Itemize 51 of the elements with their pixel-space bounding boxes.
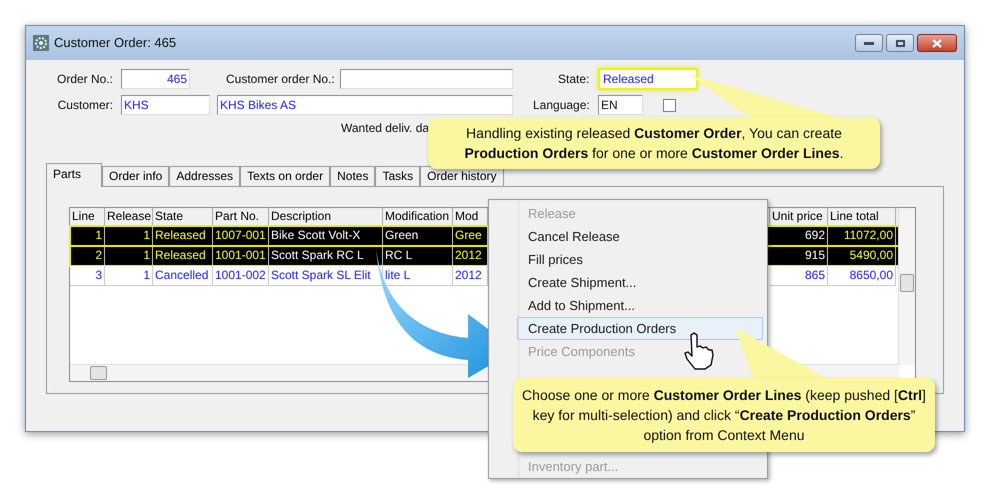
context-menu-item[interactable]: Add to Shipment... [517,294,763,317]
tab[interactable]: Texts on order [240,166,330,186]
table-cell: Released [153,226,213,246]
table-cell: 1001-001 [213,246,269,266]
maximize-button[interactable] [886,34,914,52]
tab[interactable]: Parts [46,163,102,187]
context-menu-item[interactable]: Cancel Release [517,225,763,248]
field-label: Customer: [56,97,114,114]
tab[interactable]: Order info [102,166,170,186]
table-cell: lite L [383,266,453,286]
close-icon [932,38,942,48]
callout-text: Handling existing released Customer Order, You can create Production Orders for one or more Customer Order Lines. [464,124,844,163]
table-cell: 2012 [453,246,488,266]
table-cell: 3 [70,266,105,286]
table-cell: Bike Scott Volt-X [269,226,383,246]
order-number-field[interactable]: 465 [121,69,190,89]
table-cell: RC L [383,246,453,266]
context-menu-item[interactable]: Create Production Orders [517,317,763,340]
table-cell: Gree [453,226,488,246]
checkbox[interactable] [663,98,676,112]
minimize-button[interactable] [855,34,883,52]
table-cell: Green [383,226,453,246]
window-title: Customer Order: 465 [54,34,176,52]
table-cell: Released [153,246,213,266]
tab[interactable]: Tasks [375,166,420,186]
customer-code-field[interactable]: KHS [121,95,210,115]
field-label: Customer order No.: [226,71,336,88]
table-cell: 1 [105,266,153,286]
field-label: Order No.: [56,71,114,88]
table-cell: Scott Spark RC L [269,246,383,266]
field-label: State: [558,71,590,88]
table-cell: 1001-002 [213,266,269,286]
table-cell: 2012 [453,266,488,286]
gear-icon [33,35,49,51]
field-label: Language: [533,97,591,114]
customer-name-field[interactable]: KHS Bikes AS [217,95,513,115]
close-button[interactable] [917,34,957,52]
table-cell: 8650,00 [828,266,896,286]
customer-order-number-field[interactable] [340,69,513,89]
table-cell: Scott Spark SL Elit [269,266,383,286]
hand-cursor-icon [683,331,715,371]
state-field[interactable]: Released [598,68,698,90]
table-cell: Cancelled [153,266,213,286]
field-label: Wanted deliv. da [341,120,430,137]
language-field[interactable]: EN [598,95,643,115]
tab[interactable]: Addresses [169,166,240,186]
tab[interactable]: Notes [330,166,376,186]
table-cell: 865 [770,266,828,286]
vertical-scrollbar[interactable] [898,208,915,365]
callout-text: Choose one or more Customer Order Lines (keep pushed [Ctrl] key for multi-selection) and click “Create Production Orders” option from Context Menu [521,386,927,445]
table-cell: 1007-001 [213,226,269,246]
